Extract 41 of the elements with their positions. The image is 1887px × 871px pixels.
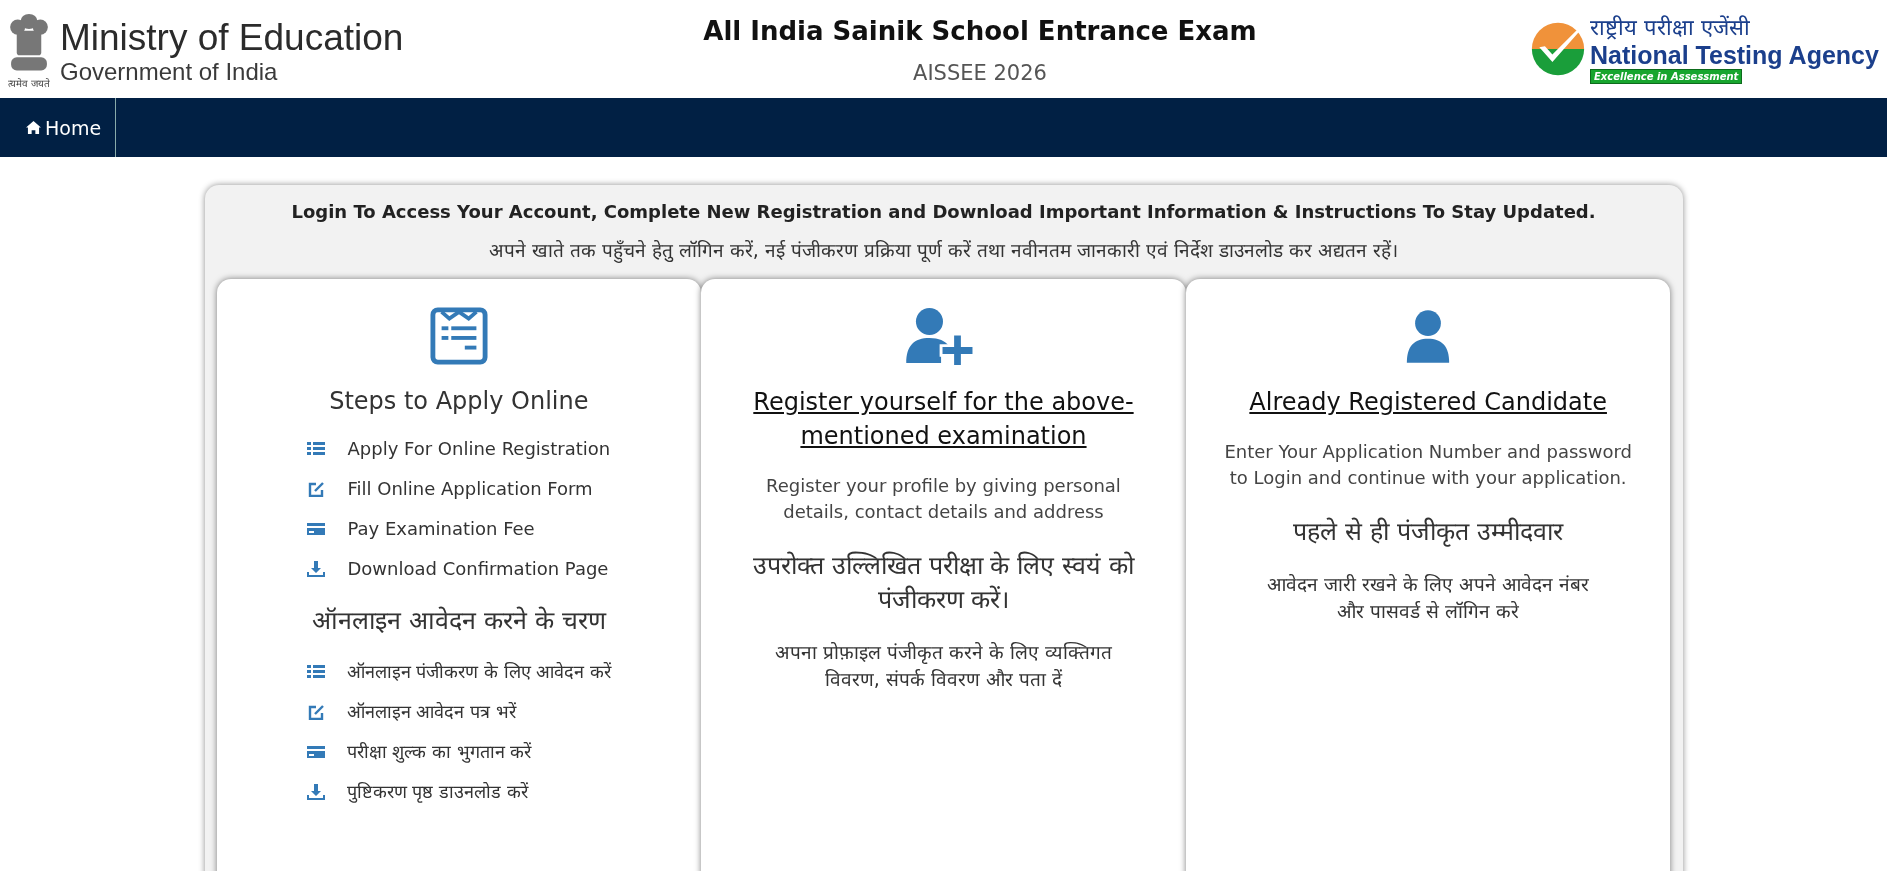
ministry-title: Ministry of Education xyxy=(60,18,404,58)
card-title: Steps to Apply Online xyxy=(329,387,589,415)
card-icon xyxy=(306,743,325,760)
step-text: Download Confirmation Page xyxy=(347,557,609,580)
step-text: Apply For Online Registration xyxy=(347,437,611,460)
card-title-link[interactable]: Register yourself for the above-mentioned examination xyxy=(743,385,1144,453)
checkmark-logo-icon xyxy=(1530,21,1586,77)
exam-code: AISSEE 2026 xyxy=(913,61,1047,85)
home-icon xyxy=(26,121,41,134)
agency-name: National Testing Agency xyxy=(1590,40,1879,69)
step-text: Pay Examination Fee xyxy=(347,517,535,540)
list-icon xyxy=(306,663,325,680)
panel-subheading: अपने खाते तक पहुँचने हेतु लॉगिन करें, नई पंजीकरण प्रक्रिया पूर्ण करें तथा नवीनतम जानकारी एवं निर्देश डाउनलोड कर अद्यतन रहें। xyxy=(487,238,1400,263)
step-text: ऑनलाइन पंजीकरण के लिए आवेदन करें xyxy=(346,660,612,683)
agency-name-hindi: राष्ट्रीय परीक्षा एजेंसी xyxy=(1590,14,1750,41)
card-hindi-title: पहले से ही पंजीकृत उम्मीदवार xyxy=(1293,516,1564,549)
user-icon xyxy=(1405,309,1452,365)
step-text: ऑनलाइन आवेदन पत्र भरें xyxy=(346,700,516,723)
card-hindi-description: आवेदन जारी रखने के लिए अपने आवेदन नंबर और पासवर्ड से लॉगिन करे xyxy=(1266,572,1591,624)
step-text: पुष्टिकरण पृष्ठ डाउनलोड करें xyxy=(346,780,528,803)
ministry-subtitle: Government of India xyxy=(60,58,279,86)
exam-title: All India Sainik School Entrance Exam xyxy=(703,15,1257,48)
step-text: Fill Online Application Form xyxy=(347,477,593,500)
download-icon xyxy=(306,783,325,800)
step-text: परीक्षा शुल्क का भुगतान करें xyxy=(346,740,532,763)
panel-heading: Login To Access Your Account, Complete New Registration and Download Important Information & Instructions To Stay Updated. xyxy=(290,200,1597,224)
emblem-caption: त्यमेव जयते xyxy=(7,78,51,90)
nav-home-link[interactable]: Home xyxy=(0,98,117,157)
card-hindi-title: ऑनलाइन आवेदन करने के चरण xyxy=(311,605,606,637)
edit-icon xyxy=(306,703,325,720)
list-icon xyxy=(307,440,326,457)
card-title-link[interactable]: Already Registered Candidate xyxy=(1228,385,1629,419)
card-hindi-title: उपरोक्त उल्लिखित परीक्षा के लिए स्वयं को पंजीकरण करें। xyxy=(751,550,1136,616)
card-icon xyxy=(307,520,326,537)
form-icon xyxy=(429,307,488,365)
card-description: Enter Your Application Number and password to Login and continue with your application. xyxy=(1223,440,1633,490)
card-description: Register your profile by giving personal details, contact details and address xyxy=(765,474,1122,524)
card-hindi-description: अपना प्रोफ़ाइल पंजीकृत करने के लिए व्यक्तिगत विवरण, संपर्क विवरण और पता दें xyxy=(773,640,1114,692)
agency-tagline: Excellence in Assessment xyxy=(1590,68,1743,84)
download-icon xyxy=(307,560,326,577)
edit-icon xyxy=(307,480,326,497)
